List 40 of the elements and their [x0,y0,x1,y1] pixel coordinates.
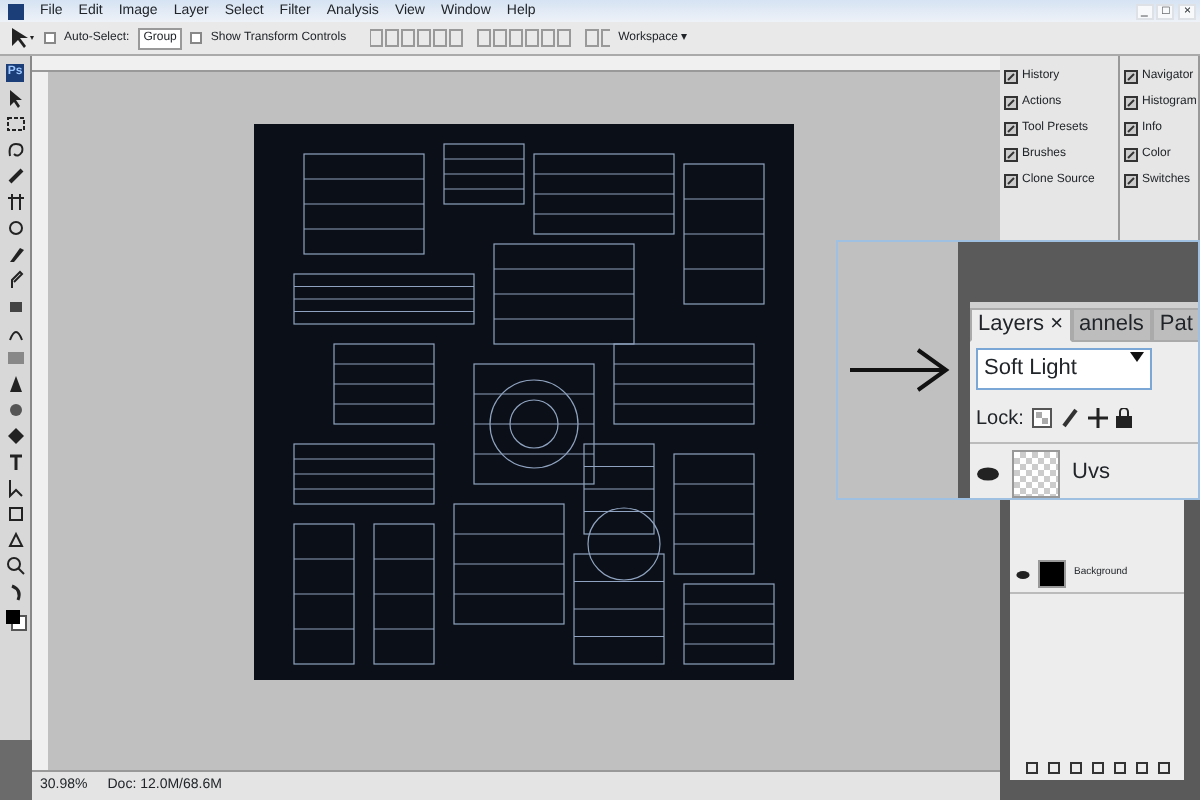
marquee-icon[interactable] [5,114,25,134]
lock-label: Lock: [976,405,1024,433]
circle-icon[interactable] [5,218,25,238]
panel-icon [1124,122,1138,136]
color-swatches-icon[interactable] [3,608,27,632]
zoom-icon[interactable] [5,556,25,576]
move-tool-icon[interactable] [8,26,36,50]
auto-select-checkbox[interactable] [44,32,56,44]
panel-icon [1004,148,1018,162]
panel-tab[interactable]: annels [1071,308,1152,342]
type-icon[interactable] [5,452,25,472]
move-icon[interactable] [1087,408,1108,428]
panel-icon [1004,96,1018,110]
lock-transparency-icon[interactable] [1031,408,1052,428]
panel-icon [1124,148,1138,162]
diamond-icon[interactable] [5,426,25,446]
lasso-icon[interactable] [5,140,25,160]
panel-tab[interactable]: Pat [1151,308,1198,342]
eye-icon[interactable] [976,465,1000,481]
panel-icon [1004,70,1018,84]
lock-icon[interactable] [1115,408,1132,428]
panel-icon [1124,174,1138,188]
app-icon [8,3,24,19]
panel-icon [1004,122,1018,136]
panel-tab[interactable]: Layers × [970,308,1071,342]
rectangle-icon[interactable] [5,504,25,524]
caret-icon [1130,352,1144,362]
triangle-icon[interactable] [5,374,25,394]
layer-thumbnail [1038,560,1066,588]
move-icon[interactable] [5,88,25,108]
layer-name[interactable]: Uvs [1072,456,1110,490]
panel-icon [1004,174,1018,188]
blend-mode-dropdown[interactable]: Soft Light [976,348,1152,389]
pencil-icon[interactable] [5,270,25,290]
shape-icon[interactable] [5,530,25,550]
panel-icon [1124,70,1138,84]
layer-thumbnail [1012,449,1060,497]
panel-icon [1124,96,1138,110]
transform-controls-checkbox[interactable] [190,32,203,44]
eye-icon[interactable] [1016,569,1030,579]
